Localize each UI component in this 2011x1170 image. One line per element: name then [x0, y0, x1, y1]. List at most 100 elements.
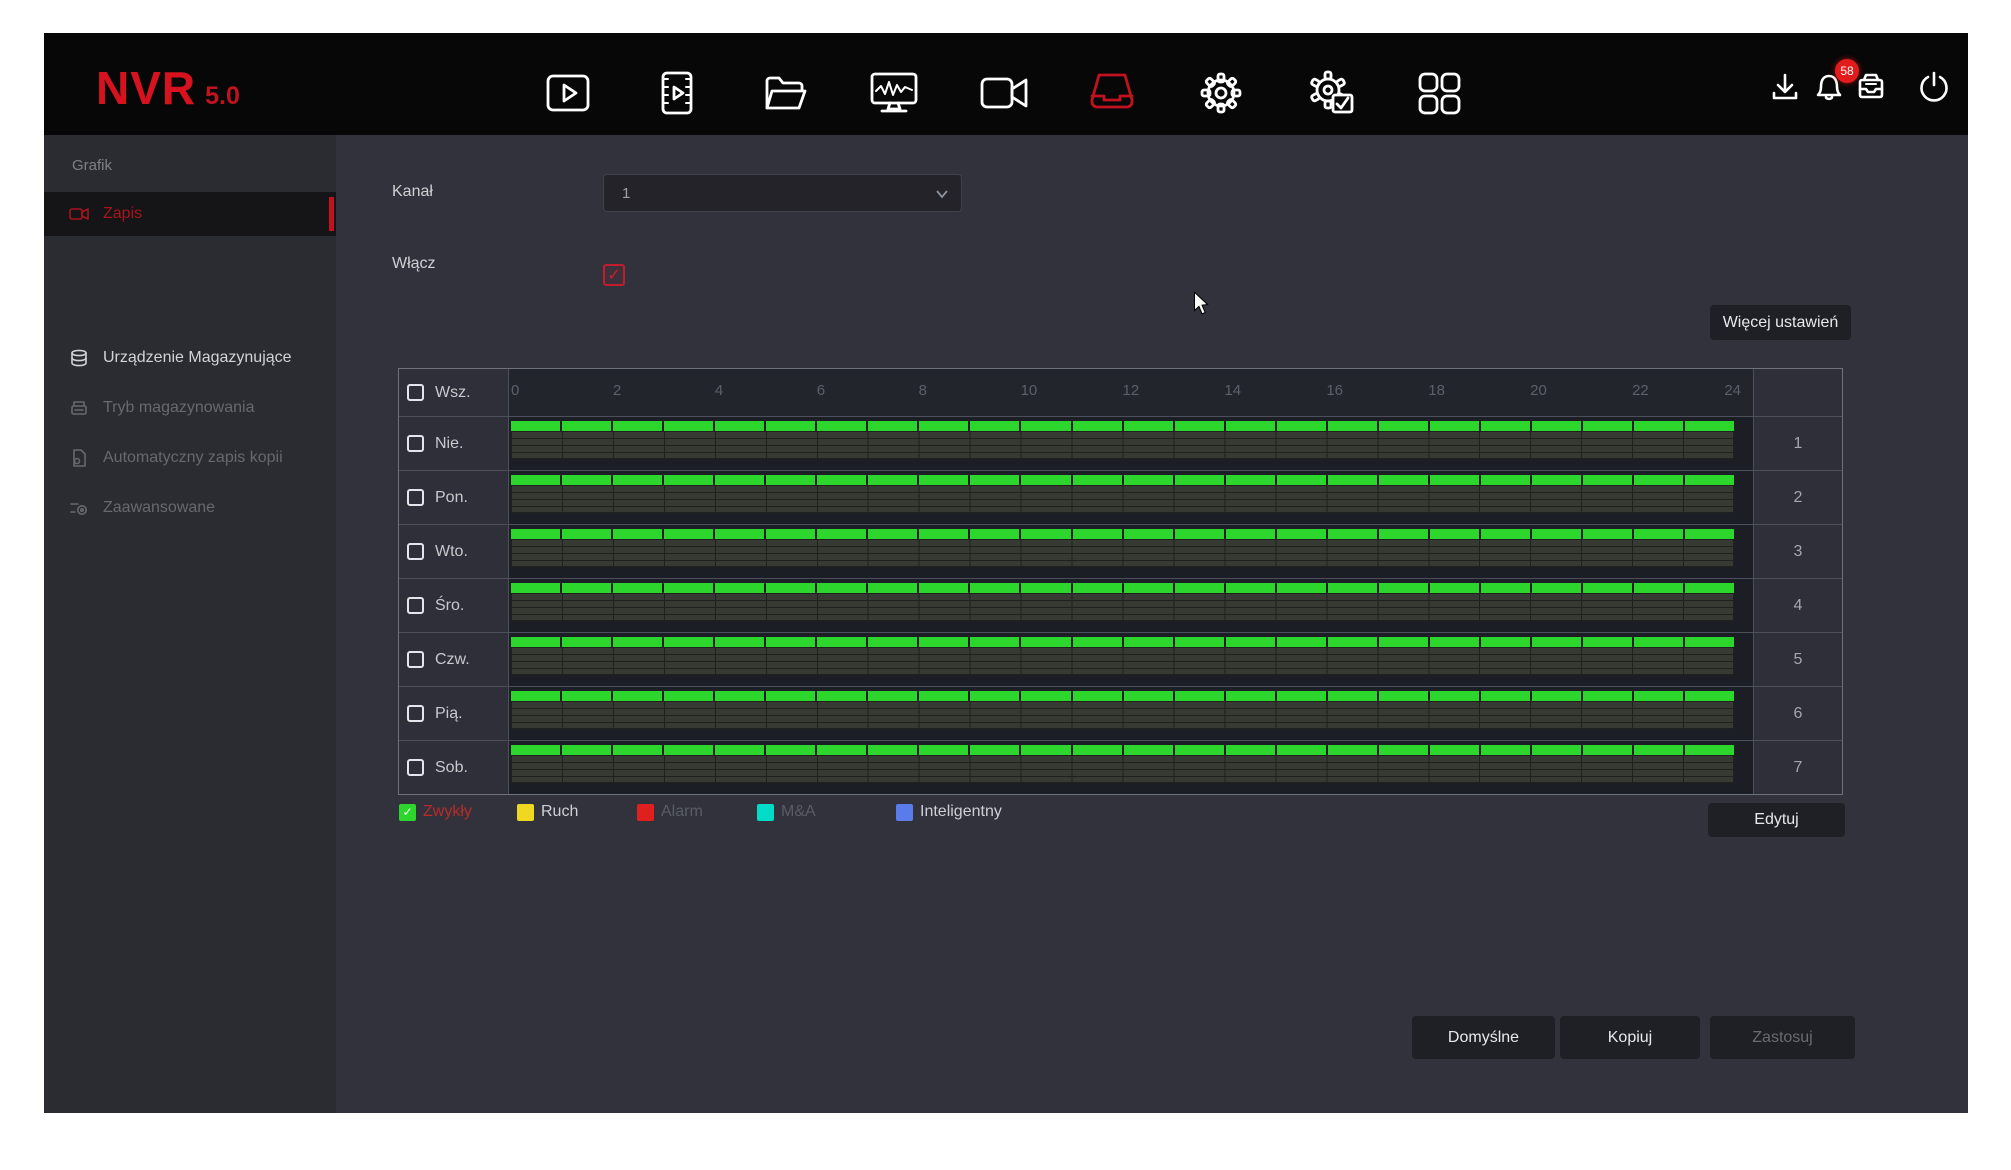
legend-item-0[interactable]: ✓Zwykły — [399, 803, 472, 821]
day-timeline-cell[interactable] — [508, 741, 1754, 794]
legend-label: Ruch — [541, 803, 578, 821]
legend-item-1[interactable]: Ruch — [517, 803, 578, 821]
legend-item-3[interactable]: M&A — [757, 803, 816, 821]
display-icon[interactable] — [1411, 65, 1467, 121]
channel-value: 1 — [622, 185, 630, 202]
day-schedule-bars — [511, 583, 1734, 621]
log-icon[interactable] — [1851, 67, 1891, 107]
day-checkbox[interactable] — [407, 705, 424, 722]
day-checkbox[interactable] — [407, 543, 424, 560]
enable-label: Włącz — [392, 255, 436, 273]
day-label: Nie. — [435, 435, 463, 453]
day-number: 4 — [1754, 579, 1842, 632]
schedule-day-row: Pią.6 — [399, 686, 1842, 740]
sidebar-section-title: Grafik — [72, 157, 112, 174]
hour-tick: 18 — [1428, 382, 1445, 399]
alarm-bell-icon[interactable]: 58 — [1809, 67, 1849, 107]
hour-tick: 6 — [817, 382, 825, 399]
system-icon[interactable] — [1193, 65, 1249, 121]
day-label-cell: Pon. — [399, 471, 508, 524]
auto-backup-icon — [68, 447, 90, 469]
hour-tick: 8 — [919, 382, 927, 399]
day-timeline-cell[interactable] — [508, 471, 1754, 524]
schedule-day-row: Wto. 3 — [399, 524, 1842, 578]
copy-button[interactable]: Kopiuj — [1560, 1016, 1700, 1059]
file-manager-icon[interactable] — [757, 65, 813, 121]
preview-icon[interactable] — [540, 65, 596, 121]
sidebar-item-advanced[interactable]: Zaawansowane — [44, 486, 336, 530]
default-button[interactable]: Domyślne — [1412, 1016, 1555, 1059]
storage-mode-icon — [68, 397, 90, 419]
select-all-label: Wsz. — [435, 384, 471, 402]
schedule-header-row: Wsz.024681012141618202224 — [399, 369, 1842, 416]
sidebar-item-record-schedule[interactable]: Zapis — [44, 192, 336, 236]
header-number-cell — [1754, 369, 1842, 416]
legend-label: M&A — [781, 803, 816, 821]
hour-tick: 24 — [1724, 382, 1741, 399]
day-checkbox[interactable] — [407, 759, 424, 776]
day-checkbox[interactable] — [407, 651, 424, 668]
power-icon[interactable] — [1914, 67, 1954, 107]
schedule-day-row: Czw. 5 — [399, 632, 1842, 686]
schedule-day-row: Śro. 4 — [399, 578, 1842, 632]
record-icon[interactable] — [1084, 65, 1140, 121]
day-timeline-cell[interactable] — [508, 579, 1754, 632]
channel-select[interactable]: 1 — [603, 174, 962, 212]
legend-item-2[interactable]: Alarm — [637, 803, 703, 821]
normal-record-track — [511, 745, 1734, 755]
sidebar: Grafik Zapis Urządzenie Magazynujące Tryb … — [44, 135, 336, 1113]
empty-record-tracks — [511, 701, 1734, 729]
hour-tick: 2 — [613, 382, 621, 399]
day-number: 5 — [1754, 633, 1842, 686]
legend-label: Inteligentny — [920, 803, 1002, 821]
day-schedule-bars — [511, 475, 1734, 513]
day-label: Wto. — [435, 543, 468, 561]
nvr-window: NVR 5.0 — [44, 33, 1968, 1113]
day-number: 3 — [1754, 525, 1842, 578]
normal-record-track — [511, 421, 1734, 431]
day-label-cell: Wto. — [399, 525, 508, 578]
day-timeline-cell[interactable] — [508, 633, 1754, 686]
day-label: Pon. — [435, 489, 468, 507]
channel-icon[interactable] — [976, 65, 1032, 121]
hour-tick: 10 — [1021, 382, 1038, 399]
schedule-day-row: Pon.2 — [399, 470, 1842, 524]
select-all-checkbox[interactable] — [407, 384, 424, 401]
playback-icon[interactable] — [649, 65, 705, 121]
day-label-cell: Czw. — [399, 633, 508, 686]
day-label-cell: Pią. — [399, 687, 508, 740]
day-timeline-cell[interactable] — [508, 687, 1754, 740]
enable-checkbox[interactable]: ✓ — [603, 264, 625, 286]
legend-item-4[interactable]: Inteligentny — [896, 803, 1002, 821]
smart-analysis-icon[interactable] — [866, 65, 922, 121]
hour-tick: 12 — [1123, 382, 1140, 399]
day-checkbox[interactable] — [407, 435, 424, 452]
sidebar-item-storage-mode[interactable]: Tryb magazynowania — [44, 386, 336, 430]
more-settings-button[interactable]: Więcej ustawień — [1710, 305, 1851, 340]
normal-record-track — [511, 529, 1734, 539]
schedule-day-row: Sob.7 — [399, 740, 1842, 794]
hour-tick: 0 — [511, 382, 519, 399]
apply-button[interactable]: Zastosuj — [1710, 1016, 1855, 1059]
empty-record-tracks — [511, 647, 1734, 675]
day-label: Pią. — [435, 705, 463, 723]
sidebar-item-storage-device[interactable]: Urządzenie Magazynujące — [44, 336, 336, 380]
legend-swatch — [757, 804, 774, 821]
sidebar-item-auto-backup[interactable]: Automatyczny zapis kopii — [44, 436, 336, 480]
day-schedule-bars — [511, 745, 1734, 783]
empty-record-tracks — [511, 485, 1734, 513]
day-schedule-bars — [511, 529, 1734, 567]
sidebar-item-label: Tryb magazynowania — [103, 399, 254, 417]
day-timeline-cell[interactable] — [508, 417, 1754, 470]
maintenance-icon[interactable] — [1303, 65, 1359, 121]
day-label: Czw. — [435, 651, 470, 669]
time-axis: 024681012141618202224 — [508, 369, 1754, 416]
day-label-cell: Śro. — [399, 579, 508, 632]
edit-button[interactable]: Edytuj — [1708, 803, 1845, 837]
record-schedule-icon — [68, 203, 90, 225]
day-timeline-cell[interactable] — [508, 525, 1754, 578]
normal-record-track — [511, 475, 1734, 485]
day-checkbox[interactable] — [407, 597, 424, 614]
day-checkbox[interactable] — [407, 489, 424, 506]
download-icon[interactable] — [1765, 67, 1805, 107]
